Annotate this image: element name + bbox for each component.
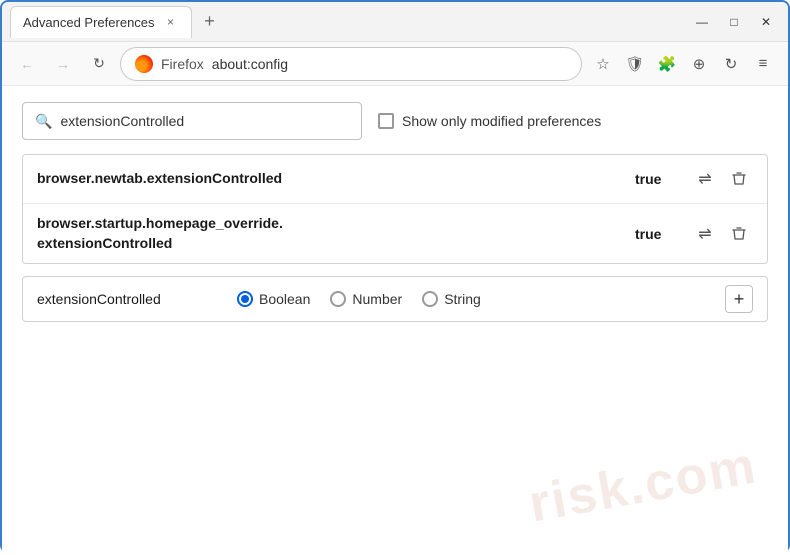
maximize-button[interactable]: □: [720, 8, 748, 36]
refresh-button[interactable]: ↻: [84, 49, 114, 79]
number-label: Number: [352, 291, 402, 307]
table-row: browser.newtab.extensionControlled true …: [23, 155, 767, 204]
pref-name-1: browser.newtab.extensionControlled: [37, 169, 635, 189]
menu-icon[interactable]: ≡: [748, 49, 778, 79]
string-radio-label[interactable]: String: [422, 291, 481, 307]
boolean-radio-label[interactable]: Boolean: [237, 291, 310, 307]
add-preference-row: extensionControlled Boolean Number Strin…: [22, 276, 768, 322]
navbar: ← → ↻ Firefox about:config ☆ 🛡 🧩 ⊕ ↻ ≡: [2, 42, 788, 86]
pref-value-1: true: [635, 171, 675, 187]
address-text: about:config: [212, 56, 288, 72]
boolean-label: Boolean: [259, 291, 310, 307]
string-label: String: [444, 291, 481, 307]
titlebar: Advanced Preferences × + — □ ✕: [2, 2, 788, 42]
close-tab-button[interactable]: ×: [163, 14, 179, 30]
download-icon[interactable]: ⊕: [684, 49, 714, 79]
pref-actions-1: ⇌: [691, 165, 753, 193]
window-controls: — □ ✕: [688, 8, 780, 36]
search-input[interactable]: [60, 113, 349, 129]
back-button[interactable]: ←: [12, 49, 42, 79]
boolean-radio[interactable]: [237, 291, 253, 307]
boolean-radio-fill: [241, 295, 249, 303]
browser-name: Firefox: [161, 56, 204, 72]
tab-title: Advanced Preferences: [23, 15, 155, 30]
number-radio[interactable]: [330, 291, 346, 307]
search-icon: 🔍: [35, 113, 52, 130]
minimize-button[interactable]: —: [688, 8, 716, 36]
shield-icon[interactable]: 🛡: [620, 49, 650, 79]
swap-button-2[interactable]: ⇌: [691, 220, 719, 248]
address-bar[interactable]: Firefox about:config: [120, 47, 582, 81]
modified-only-checkbox[interactable]: [378, 113, 394, 129]
delete-button-2[interactable]: [725, 220, 753, 248]
pref-value-2: true: [635, 226, 675, 242]
modified-only-label: Show only modified preferences: [402, 113, 601, 129]
extension-icon[interactable]: 🧩: [652, 49, 682, 79]
nav-icons: ☆ 🛡 🧩 ⊕ ↻ ≡: [588, 49, 778, 79]
type-radio-group: Boolean Number String: [237, 291, 481, 307]
table-row: browser.startup.homepage_override. exten…: [23, 204, 767, 263]
search-box[interactable]: 🔍: [22, 102, 362, 140]
string-radio[interactable]: [422, 291, 438, 307]
delete-button-1[interactable]: [725, 165, 753, 193]
pref-actions-2: ⇌: [691, 220, 753, 248]
new-pref-name: extensionControlled: [37, 291, 217, 307]
pref-name-2: browser.startup.homepage_override. exten…: [37, 214, 635, 253]
search-row: 🔍 Show only modified preferences: [22, 102, 768, 140]
page-content: 🔍 Show only modified preferences browser…: [2, 86, 788, 555]
sync-icon[interactable]: ↻: [716, 49, 746, 79]
add-preference-button[interactable]: +: [725, 285, 753, 313]
browser-tab[interactable]: Advanced Preferences ×: [10, 6, 192, 38]
close-window-button[interactable]: ✕: [752, 8, 780, 36]
watermark: risk.com: [525, 435, 762, 534]
preferences-table: browser.newtab.extensionControlled true …: [22, 154, 768, 264]
number-radio-label[interactable]: Number: [330, 291, 402, 307]
firefox-logo-icon: [135, 55, 153, 73]
forward-button[interactable]: →: [48, 49, 78, 79]
swap-button-1[interactable]: ⇌: [691, 165, 719, 193]
modified-only-checkbox-label[interactable]: Show only modified preferences: [378, 113, 601, 129]
bookmark-icon[interactable]: ☆: [588, 49, 618, 79]
new-tab-button[interactable]: +: [196, 8, 224, 36]
